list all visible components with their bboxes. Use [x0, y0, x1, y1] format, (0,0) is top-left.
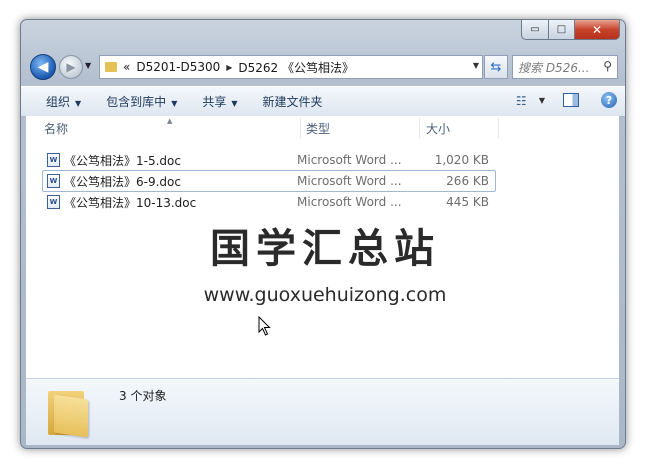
word-document-icon: W [47, 174, 60, 188]
maximize-button[interactable]: □ [549, 20, 575, 40]
address-bar[interactable]: « D5201-D5300 ▶ D5262 《公笃相法》 ▼ [99, 55, 483, 79]
breadcrumb-item[interactable]: D5262 《公笃相法》 [238, 59, 354, 76]
mouse-pointer-icon [258, 316, 271, 336]
folder-icon [105, 62, 117, 72]
file-size: 445 KB [446, 195, 489, 209]
word-document-icon: W [47, 195, 60, 209]
chevron-down-icon: ▼ [231, 99, 238, 108]
address-overflow-chevron[interactable]: « [123, 60, 130, 74]
forward-arrow-icon: ▶ [66, 60, 76, 74]
caption-buttons: ▭ □ ✕ [521, 20, 620, 40]
view-options-dropdown-icon[interactable]: ▼ [539, 96, 545, 105]
back-button[interactable]: ◀ [30, 54, 56, 80]
file-name: 《公笃相法》6-9.doc [64, 174, 181, 189]
file-name: 《公笃相法》1-5.doc [64, 153, 181, 168]
file-row[interactable]: W 《公笃相法》10-13.doc Microsoft Word ... 445… [42, 191, 496, 213]
watermark: 国学汇总站 www.guoxuehuizong.com [201, 216, 449, 306]
sort-ascending-icon: ▲ [167, 117, 173, 125]
share-menu[interactable]: 共享 ▼ [202, 93, 237, 110]
close-button[interactable]: ✕ [575, 20, 620, 40]
include-in-library-menu[interactable]: 包含到库中 ▼ [106, 93, 177, 110]
watermark-title: 国学汇总站 [210, 226, 440, 272]
file-type: Microsoft Word ... [297, 153, 402, 167]
refresh-icon: ⇆ [490, 59, 502, 75]
column-header-size[interactable]: 大小 [426, 116, 450, 140]
preview-pane-icon[interactable] [563, 93, 579, 107]
file-type: Microsoft Word ... [297, 195, 402, 209]
navigation-bar: ◀ ▶ ▼ « D5201-D5300 ▶ D5262 《公笃相法》 ▼ ⇆ 搜… [21, 50, 625, 84]
column-divider[interactable] [300, 118, 301, 138]
explorer-window: ▭ □ ✕ ◀ ▶ ▼ « D5201-D5300 ▶ D5262 《公笃相法》… [20, 19, 626, 449]
breadcrumb-separator-icon[interactable]: ▶ [226, 63, 232, 72]
file-size: 266 KB [446, 174, 489, 188]
minimize-button[interactable]: ▭ [521, 20, 549, 40]
column-header-type[interactable]: 类型 [306, 116, 330, 140]
file-row[interactable]: W 《公笃相法》1-5.doc Microsoft Word ... 1,020… [42, 149, 496, 171]
refresh-button[interactable]: ⇆ [484, 55, 508, 79]
breadcrumb-item[interactable]: D5201-D5300 [136, 60, 220, 74]
file-name: 《公笃相法》10-13.doc [64, 195, 197, 210]
back-arrow-icon: ◀ [37, 59, 49, 75]
view-details-icon[interactable]: ☷ [516, 94, 531, 108]
organize-menu[interactable]: 组织 ▼ [46, 93, 81, 110]
chevron-down-icon: ▼ [171, 99, 178, 108]
magnifier-icon[interactable]: ⚲ [603, 59, 612, 73]
file-size: 1,020 KB [434, 153, 489, 167]
column-divider[interactable] [498, 118, 499, 138]
file-list: ▲ 名称 类型 大小 W 《公笃相法》1-5.doc Microsoft Wor… [26, 116, 619, 378]
column-divider[interactable] [419, 118, 420, 138]
recent-pages-dropdown-icon[interactable]: ▼ [85, 61, 91, 70]
chevron-down-icon: ▼ [75, 99, 82, 108]
search-input[interactable]: 搜索 D526... ⚲ [512, 55, 618, 79]
command-bar: 组织 ▼ 包含到库中 ▼ 共享 ▼ 新建文件夹 ☷ ▼ ? [21, 86, 625, 117]
file-type: Microsoft Word ... [297, 174, 402, 188]
watermark-url: www.guoxuehuizong.com [203, 284, 447, 306]
folder-icon [48, 385, 96, 438]
address-dropdown-icon[interactable]: ▼ [473, 61, 479, 70]
item-count: 3 个对象 [119, 389, 167, 403]
forward-button[interactable]: ▶ [59, 55, 83, 79]
word-document-icon: W [47, 153, 60, 167]
search-placeholder: 搜索 D526... [518, 60, 590, 75]
help-icon[interactable]: ? [601, 92, 617, 108]
column-header-name[interactable]: 名称 [44, 116, 68, 140]
details-pane: 3 个对象 [26, 378, 619, 445]
new-folder-button[interactable]: 新建文件夹 [263, 93, 323, 110]
view-controls: ☷ ▼ ? [516, 92, 617, 108]
file-row[interactable]: W 《公笃相法》6-9.doc Microsoft Word ... 266 K… [42, 170, 496, 192]
